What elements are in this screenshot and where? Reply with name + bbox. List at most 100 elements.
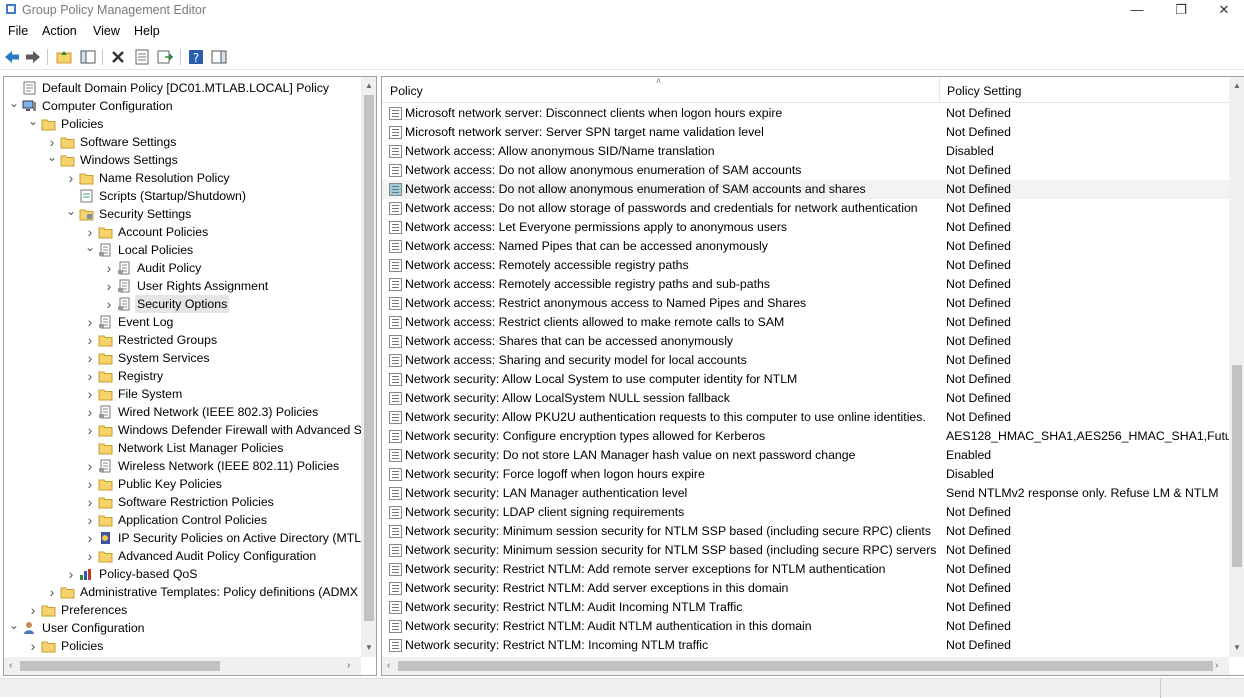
tree-node-label[interactable]: Preferences — [59, 601, 129, 619]
policy-row[interactable]: Network security: Restrict NTLM: Add rem… — [382, 560, 1230, 579]
collapsed-chevron-icon[interactable]: › — [103, 295, 115, 313]
policy-row[interactable]: Network access: Let Everyone permissions… — [382, 218, 1230, 237]
tree-node-label[interactable]: Local Policies — [116, 241, 195, 259]
expanded-chevron-icon[interactable]: ⌄ — [8, 619, 20, 637]
tree-node-label[interactable]: IP Security Policies on Active Directory… — [116, 529, 371, 547]
list-vertical-scrollbar[interactable]: ▲ ▼ — [1229, 77, 1244, 657]
policy-row[interactable]: Network security: Allow PKU2U authentica… — [382, 408, 1230, 427]
collapsed-chevron-icon[interactable]: › — [84, 349, 96, 367]
policy-row[interactable]: Network security: LDAP client signing re… — [382, 503, 1230, 522]
collapsed-chevron-icon[interactable]: › — [84, 331, 96, 349]
tree-vertical-scrollbar[interactable]: ▲ ▼ — [361, 77, 376, 657]
tree-node-label[interactable]: Default Domain Policy [DC01.MTLAB.LOCAL]… — [40, 79, 331, 97]
policy-row[interactable]: Network access: Remotely accessible regi… — [382, 256, 1230, 275]
policy-row[interactable]: Network security: Force logoff when logo… — [382, 465, 1230, 484]
expanded-chevron-icon[interactable]: ⌄ — [84, 241, 96, 259]
tree-node-label[interactable]: Software Settings — [78, 133, 178, 151]
policy-row[interactable]: Network security: Allow LocalSystem NULL… — [382, 389, 1230, 408]
policy-row[interactable]: Network access: Remotely accessible regi… — [382, 275, 1230, 294]
tree-node-label[interactable]: User Configuration — [40, 619, 147, 637]
collapsed-chevron-icon[interactable]: › — [103, 277, 115, 295]
column-header-policy-setting[interactable]: Policy Setting — [947, 84, 1022, 98]
tree-node-label[interactable]: Windows Settings — [78, 151, 180, 169]
policy-row[interactable]: Microsoft network server: Disconnect cli… — [382, 104, 1230, 123]
list-horizontal-scrollbar[interactable]: ‹ › — [382, 657, 1229, 675]
policy-row[interactable]: Network security: Do not store LAN Manag… — [382, 446, 1230, 465]
export-list-icon[interactable] — [156, 48, 174, 66]
collapsed-chevron-icon[interactable]: › — [84, 367, 96, 385]
policy-row[interactable]: Network access: Do not allow storage of … — [382, 199, 1230, 218]
tree-node-label[interactable]: Security Options — [135, 295, 230, 313]
tree-node-label[interactable]: Network List Manager Policies — [116, 439, 285, 457]
close-button[interactable]: ✕ — [1204, 0, 1244, 21]
policy-list-pane[interactable]: Policy ˄ Policy Setting Microsoft networ… — [381, 76, 1244, 676]
tree-node-label[interactable]: Administrative Templates: Policy definit… — [78, 583, 360, 601]
properties-icon[interactable] — [133, 48, 151, 66]
menu-help[interactable]: Help — [134, 24, 160, 38]
collapsed-chevron-icon[interactable]: › — [84, 385, 96, 403]
policy-row[interactable]: Network security: Restrict NTLM: Audit N… — [382, 617, 1230, 636]
tree-node-label[interactable]: Software Restriction Policies — [116, 493, 276, 511]
policy-row[interactable]: Network security: LAN Manager authentica… — [382, 484, 1230, 503]
console-tree[interactable]: Default Domain Policy [DC01.MTLAB.LOCAL]… — [3, 76, 377, 676]
tree-node-label[interactable]: Policies — [59, 115, 105, 133]
tree-node-label[interactable]: Scripts (Startup/Shutdown) — [97, 187, 248, 205]
help-icon[interactable]: ? — [187, 48, 205, 66]
policy-row[interactable]: Network security: Restrict NTLM: Audit I… — [382, 598, 1230, 617]
policy-row[interactable]: Network security: Minimum session securi… — [382, 541, 1230, 560]
menu-file[interactable]: File — [8, 24, 28, 38]
policy-row[interactable]: Network security: Minimum session securi… — [382, 522, 1230, 541]
expanded-chevron-icon[interactable]: ⌄ — [27, 115, 39, 133]
tree-node-label[interactable]: Audit Policy — [135, 259, 203, 277]
collapsed-chevron-icon[interactable]: › — [84, 457, 96, 475]
collapsed-chevron-icon[interactable]: › — [84, 421, 96, 439]
show-hide-tree-icon[interactable] — [79, 48, 97, 66]
tree-node-label[interactable]: User Rights Assignment — [135, 277, 270, 295]
tree-node-label[interactable]: Computer Configuration — [40, 97, 175, 115]
collapsed-chevron-icon[interactable]: › — [46, 133, 58, 151]
tree-node-label[interactable]: Wireless Network (IEEE 802.11) Policies — [116, 457, 341, 475]
tree-node-label[interactable]: Name Resolution Policy — [97, 169, 232, 187]
delete-icon[interactable] — [109, 48, 127, 66]
policy-row[interactable]: Network access: Allow anonymous SID/Name… — [382, 142, 1230, 161]
policy-row[interactable]: Network security: Configure encryption t… — [382, 427, 1230, 446]
minimize-button[interactable]: — — [1114, 0, 1160, 21]
tree-node-label[interactable]: Security Settings — [97, 205, 193, 223]
list-hscroll-thumb[interactable] — [398, 661, 1213, 671]
show-action-pane-icon[interactable] — [210, 48, 228, 66]
collapsed-chevron-icon[interactable]: › — [84, 313, 96, 331]
tree-node-label[interactable]: Advanced Audit Policy Configuration — [116, 547, 318, 565]
tree-horizontal-scrollbar[interactable]: ‹ › — [4, 657, 361, 675]
policy-row[interactable]: Network access: Shares that can be acces… — [382, 332, 1230, 351]
collapsed-chevron-icon[interactable]: › — [84, 223, 96, 241]
list-vscroll-thumb[interactable] — [1232, 365, 1242, 567]
tree-node-label[interactable]: Application Control Policies — [116, 511, 269, 529]
tree-node-label[interactable]: Windows Defender Firewall with Advanced … — [116, 421, 371, 439]
policy-row[interactable]: Network access: Named Pipes that can be … — [382, 237, 1230, 256]
tree-hscroll-thumb[interactable] — [20, 661, 220, 671]
back-arrow-icon[interactable] — [3, 48, 21, 66]
expanded-chevron-icon[interactable]: ⌄ — [46, 151, 58, 169]
policy-row[interactable]: Network access: Do not allow anonymous e… — [382, 161, 1230, 180]
tree-node-label[interactable]: Event Log — [116, 313, 175, 331]
tree-node-label[interactable]: Wired Network (IEEE 802.3) Policies — [116, 403, 320, 421]
collapsed-chevron-icon[interactable]: › — [84, 403, 96, 421]
policy-row[interactable]: Network security: Allow Local System to … — [382, 370, 1230, 389]
policy-row[interactable]: Network access: Restrict anonymous acces… — [382, 294, 1230, 313]
collapsed-chevron-icon[interactable]: › — [46, 583, 58, 601]
policy-row[interactable]: Network security: Restrict NTLM: Add ser… — [382, 579, 1230, 598]
collapsed-chevron-icon[interactable]: › — [27, 601, 39, 619]
tree-node-label[interactable]: System Services — [116, 349, 212, 367]
policy-row[interactable]: Microsoft network server: Server SPN tar… — [382, 123, 1230, 142]
menu-view[interactable]: View — [93, 24, 120, 38]
tree-node-label[interactable]: Policies — [59, 637, 105, 655]
tree-node-label[interactable]: Registry — [116, 367, 165, 385]
collapsed-chevron-icon[interactable]: › — [84, 511, 96, 529]
collapsed-chevron-icon[interactable]: › — [84, 475, 96, 493]
maximize-button[interactable]: ❐ — [1158, 0, 1204, 21]
menu-action[interactable]: Action — [42, 24, 77, 38]
collapsed-chevron-icon[interactable]: › — [65, 169, 77, 187]
tree-node-label[interactable]: Policy-based QoS — [97, 565, 199, 583]
tree-node-label[interactable]: Public Key Policies — [116, 475, 224, 493]
tree-node-label[interactable]: File System — [116, 385, 184, 403]
